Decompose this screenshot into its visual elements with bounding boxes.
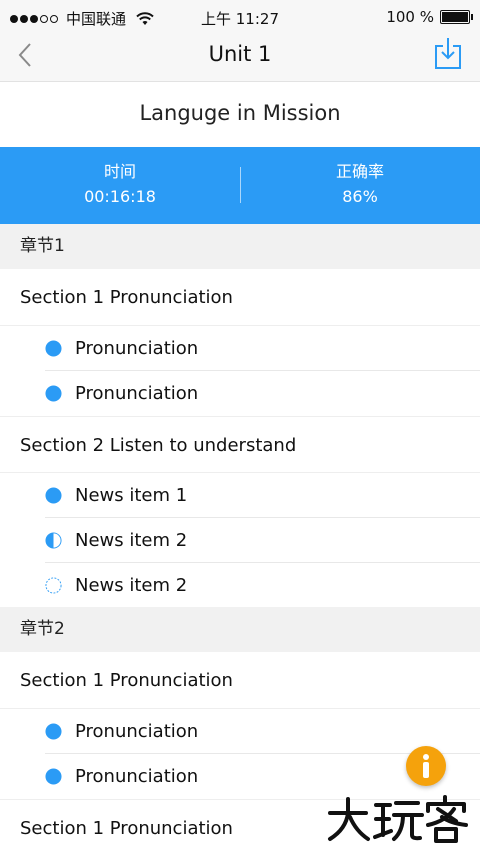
stat-time-value: 00:16:18 xyxy=(84,187,156,206)
lesson-item[interactable]: News item 1 xyxy=(0,473,480,518)
info-icon[interactable] xyxy=(406,746,446,786)
lesson-item[interactable]: News item 2 xyxy=(0,563,480,608)
section-row[interactable]: Section 1 Pronunciation xyxy=(0,652,480,709)
lesson-label: News item 1 xyxy=(75,485,188,506)
stats-bar: 时间 00:16:18 正确率 86% xyxy=(0,147,480,224)
lesson-label: Pronunciation xyxy=(75,338,199,359)
status-bar: 中国联通 上午 11:27 100 % xyxy=(0,0,480,34)
nav-bar: Unit 1 xyxy=(0,34,480,82)
stat-time-label: 时间 xyxy=(103,162,136,181)
battery-icon xyxy=(440,10,473,24)
stat-accuracy-label: 正确率 xyxy=(335,162,384,181)
stat-time: 时间 00:16:18 xyxy=(0,147,240,224)
lesson-item[interactable]: Pronunciation xyxy=(0,709,480,754)
lesson-label: Pronunciation xyxy=(75,383,199,404)
lesson-label: News item 2 xyxy=(75,530,188,551)
section-row[interactable]: Section 1 Pronunciation xyxy=(0,269,480,326)
status-right: 100 % xyxy=(386,8,473,26)
stats-divider xyxy=(240,167,241,203)
half-status-icon xyxy=(45,532,62,549)
empty-status-icon xyxy=(45,577,62,594)
lesson-label: Pronunciation xyxy=(75,721,199,742)
unit-subtitle: Languge in Mission xyxy=(0,82,480,147)
lesson-label: News item 2 xyxy=(75,575,188,596)
watermark-logo xyxy=(328,795,468,843)
complete-status-icon xyxy=(45,340,62,357)
lesson-label: Pronunciation xyxy=(75,766,199,787)
download-icon[interactable] xyxy=(434,36,462,70)
chapter-header: 章节2 xyxy=(0,607,480,652)
page-title: Unit 1 xyxy=(208,42,272,66)
lesson-item[interactable]: Pronunciation xyxy=(0,326,480,371)
complete-status-icon xyxy=(45,385,62,402)
chapter-header: 章节1 xyxy=(0,224,480,269)
stat-accuracy-value: 86% xyxy=(342,187,378,206)
lesson-item[interactable]: Pronunciation xyxy=(0,371,480,416)
complete-status-icon xyxy=(45,487,62,504)
section-row[interactable]: Section 2 Listen to understand xyxy=(0,416,480,473)
complete-status-icon xyxy=(45,723,62,740)
battery-percent: 100 % xyxy=(386,8,434,26)
lesson-item[interactable]: News item 2 xyxy=(0,518,480,563)
stat-accuracy: 正确率 86% xyxy=(240,147,480,224)
complete-status-icon xyxy=(45,768,62,785)
